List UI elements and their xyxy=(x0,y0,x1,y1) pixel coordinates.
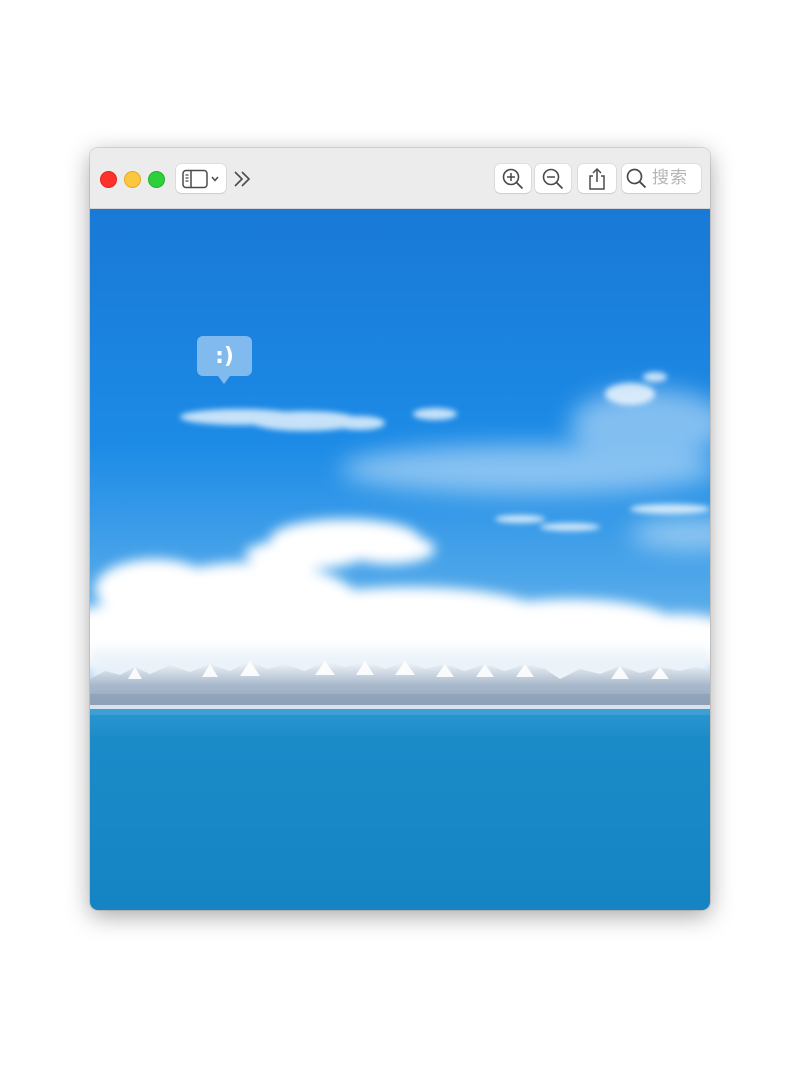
close-button[interactable] xyxy=(100,171,117,188)
share-icon xyxy=(587,167,607,191)
zoom-in-icon xyxy=(502,168,524,190)
search-field[interactable]: 搜索 xyxy=(622,164,701,193)
zoom-out-button[interactable] xyxy=(535,164,571,193)
image-view: :) xyxy=(90,209,710,910)
speech-bubble-tail xyxy=(218,376,230,384)
sidebar-toggle-button[interactable] xyxy=(176,164,226,193)
share-button[interactable] xyxy=(578,164,616,193)
preview-window: 搜索:) xyxy=(90,148,710,910)
zoom-in-button[interactable] xyxy=(495,164,531,193)
search-placeholder: 搜索 xyxy=(652,168,688,188)
toolbar-overflow-button[interactable] xyxy=(230,167,254,191)
title-bar: 搜索 xyxy=(90,148,710,209)
chevron-double-right-icon xyxy=(232,169,252,189)
search-icon xyxy=(626,168,647,189)
zoom-out-icon xyxy=(542,168,564,190)
sidebar-icon xyxy=(182,169,208,189)
lake-photo xyxy=(90,209,710,910)
maximize-button[interactable] xyxy=(148,171,165,188)
smiley-speech-bubble: :) xyxy=(197,336,252,376)
chevron-down-icon[interactable] xyxy=(211,176,219,182)
minimize-button[interactable] xyxy=(124,171,141,188)
